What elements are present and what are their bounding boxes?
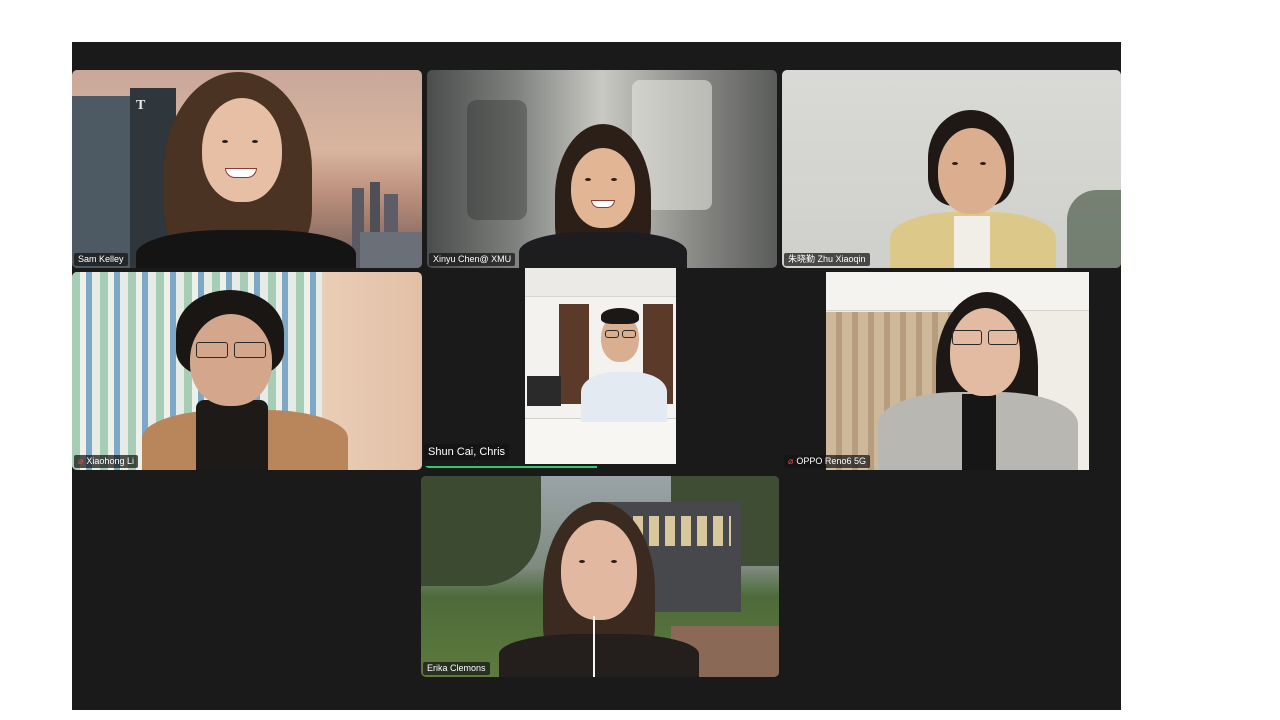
glasses <box>605 330 619 338</box>
torso-shirt <box>581 372 667 422</box>
desk <box>525 418 676 464</box>
glasses <box>952 330 982 345</box>
glasses <box>988 330 1018 345</box>
tree-canopy <box>421 476 541 586</box>
video-feed <box>421 476 779 677</box>
video-tile-oppo-reno6-5g[interactable]: ⌀ OPPO Reno6 5G <box>782 272 1121 470</box>
participant-name: Sam Kelley <box>74 253 128 266</box>
participant-name: 朱晓勤 Zhu Xiaoqin <box>784 253 870 266</box>
building-left <box>72 96 130 268</box>
eye <box>222 140 228 143</box>
ceiling <box>525 268 676 297</box>
glasses <box>196 342 228 358</box>
turtleneck <box>962 394 996 470</box>
face <box>561 520 637 620</box>
video-feed <box>826 272 1089 470</box>
blurred-object <box>467 100 527 220</box>
participant-name: ⌀ Xiaohong Li <box>74 455 138 468</box>
face <box>571 148 635 228</box>
face <box>190 314 272 406</box>
smile <box>225 168 257 178</box>
active-speaker-indicator <box>424 466 597 468</box>
plant-shadow <box>1067 190 1121 268</box>
video-feed <box>525 268 676 464</box>
video-tile-shun-cai-chris[interactable]: Shun Cai, Chris <box>424 268 777 468</box>
glasses <box>234 342 266 358</box>
participant-name: Erika Clemons <box>423 662 490 675</box>
video-feed <box>427 70 777 268</box>
building-right-4 <box>360 232 422 268</box>
eye <box>611 178 617 181</box>
eye <box>252 140 258 143</box>
mic-off-icon: ⌀ <box>788 456 794 466</box>
participant-name: Shun Cai, Chris <box>424 444 510 460</box>
hair <box>601 308 639 324</box>
video-tile-sam-kelley[interactable]: T Sam Kelley <box>72 70 422 268</box>
torso <box>519 232 687 268</box>
face <box>938 128 1006 214</box>
earphone-cable <box>593 616 595 677</box>
tower-logo: T <box>136 98 146 113</box>
video-feed: T <box>72 70 422 268</box>
video-feed <box>72 272 422 470</box>
video-tile-xiaohong-li[interactable]: ⌀ Xiaohong Li <box>72 272 422 470</box>
eye <box>952 162 958 165</box>
participant-name: Xinyu Chen@ XMU <box>429 253 516 266</box>
participant-name: ⌀ OPPO Reno6 5G <box>784 455 870 468</box>
torso <box>136 230 356 268</box>
mic-off-icon: ⌀ <box>78 456 84 466</box>
eye <box>611 560 617 563</box>
torso <box>499 634 699 677</box>
monitor <box>527 376 561 406</box>
video-feed <box>782 70 1121 268</box>
turtleneck <box>196 400 268 470</box>
video-tile-xinyu-chen[interactable]: Xinyu Chen@ XMU <box>427 70 777 268</box>
video-tile-zhu-xiaoqin[interactable]: 朱晓勤 Zhu Xiaoqin <box>782 70 1121 268</box>
face <box>202 98 282 202</box>
collar <box>954 216 990 268</box>
eye <box>980 162 986 165</box>
eye <box>585 178 591 181</box>
glasses <box>622 330 636 338</box>
video-grid: T Sam Kelley Xinyu Chen@ XMU 朱晓勤 Zhu Xia… <box>72 42 1121 710</box>
face <box>950 308 1020 396</box>
eye <box>579 560 585 563</box>
video-tile-erika-clemons[interactable]: Erika Clemons <box>421 476 779 677</box>
